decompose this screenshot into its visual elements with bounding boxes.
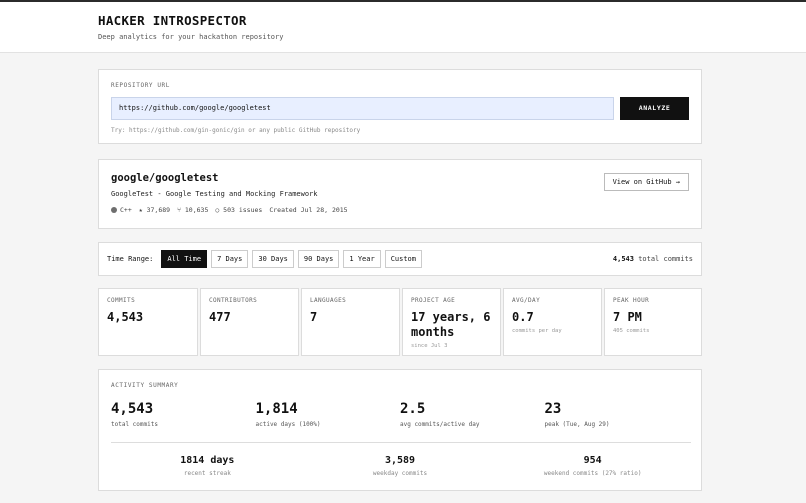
repo-info-card: google/googletest GoogleTest - Google Te… — [98, 159, 702, 229]
stat-label: PEAK HOUR — [613, 297, 650, 304]
analyze-button[interactable]: ANALYZE — [620, 97, 689, 120]
language-dot-icon — [111, 207, 117, 213]
activity-weekend-commits: 954 weekend commits (27% ratio) — [496, 455, 689, 477]
stat-peak-hour: PEAK HOUR 7 PM 405 commits — [604, 288, 702, 356]
stat-label: PROJECT AGE — [411, 297, 456, 304]
stat-sub: since Jul 3 — [411, 343, 448, 349]
range-all-time-button[interactable]: All Time — [161, 250, 208, 268]
repository-url-card: REPOSITORY URL https://github.com/google… — [98, 69, 702, 144]
stat-contributors: CONTRIBUTORS 477 — [200, 288, 299, 356]
activity-label: total commits — [111, 421, 158, 428]
total-commits-value: 4,543 — [612, 255, 634, 263]
stats-row: COMMITS 4,543 CONTRIBUTORS 477 LANGUAGES… — [98, 288, 702, 356]
stat-label: LANGUAGES — [310, 297, 347, 304]
activity-label: active days (100%) — [255, 421, 321, 428]
view-on-github-button[interactable]: View on GitHub → — [603, 173, 689, 191]
stat-languages: LANGUAGES 7 — [301, 288, 400, 356]
time-range-label: Time Range: — [107, 255, 154, 263]
activity-avg-commits: 2.5 avg commits/active day — [400, 401, 545, 428]
url-hint: Try: https://github.com/gin-gonic/gin or… — [111, 127, 361, 134]
activity-peak: 23 peak (Tue, Aug 29) — [545, 401, 690, 428]
activity-summary-card: ACTIVITY SUMMARY 4,543 total commits 1,8… — [98, 369, 702, 491]
repo-stars: ★ 37,689 — [138, 206, 171, 214]
repository-url-input[interactable]: https://github.com/google/googletest — [111, 97, 615, 120]
range-90-days-button[interactable]: 90 Days — [297, 250, 340, 268]
stat-commits: COMMITS 4,543 — [98, 288, 198, 356]
app-subtitle: Deep analytics for your hackathon reposi… — [98, 33, 284, 41]
stat-avg-day: AVG/DAY 0.7 commits per day — [503, 288, 602, 356]
activity-label: weekend commits (27% ratio) — [543, 470, 642, 477]
repo-forks: ⑂ 10,635 — [177, 206, 209, 214]
stat-sub: 405 commits — [613, 328, 650, 334]
activity-value: 2.5 — [400, 401, 426, 417]
stat-value: 7 PM — [613, 310, 642, 324]
activity-recent-streak: 1814 days recent streak — [111, 455, 304, 477]
activity-value: 4,543 — [111, 401, 154, 417]
activity-value: 23 — [544, 401, 562, 417]
repo-description: GoogleTest - Google Testing and Mocking … — [111, 190, 318, 198]
app-title: HACKER INTROSPECTOR — [98, 13, 247, 28]
stat-value: 4,543 — [107, 310, 144, 324]
activity-value: 1814 days — [180, 455, 235, 466]
stat-label: COMMITS — [107, 297, 136, 304]
stat-value: 0.7 — [512, 310, 534, 324]
time-range-card: Time Range: All Time 7 Days 30 Days 90 D… — [98, 242, 702, 276]
activity-label: recent streak — [183, 470, 231, 477]
range-1-year-button[interactable]: 1 Year — [343, 250, 381, 268]
repo-issues: ○ 503 issues — [215, 206, 263, 214]
activity-divider — [111, 442, 691, 443]
repo-created: Created Jul 28, 2015 — [269, 206, 348, 214]
stat-label: CONTRIBUTORS — [209, 297, 258, 304]
stat-sub: commits per day — [512, 328, 562, 334]
activity-total-commits: 4,543 total commits — [111, 401, 256, 428]
range-custom-button[interactable]: Custom — [384, 250, 422, 268]
total-commits-suffix: total commits — [638, 255, 693, 263]
activity-label: peak (Tue, Aug 29) — [544, 421, 610, 428]
repo-language: C++ — [111, 206, 132, 214]
stat-project-age: PROJECT AGE 17 years, 6 months since Jul… — [402, 288, 501, 356]
total-commits: 4,543 total commits — [613, 255, 693, 263]
activity-value: 1,814 — [255, 401, 298, 417]
activity-value: 3,589 — [384, 455, 416, 466]
stat-label: AVG/DAY — [512, 297, 541, 304]
repository-url-label: REPOSITORY URL — [111, 82, 170, 89]
repo-name: google/googletest — [111, 172, 219, 184]
activity-value: 954 — [583, 455, 602, 466]
repo-meta: C++ ★ 37,689 ⑂ 10,635 ○ 503 issues Creat… — [111, 206, 689, 214]
app-header: HACKER INTROSPECTOR Deep analytics for y… — [0, 2, 806, 53]
range-30-days-button[interactable]: 30 Days — [252, 250, 294, 268]
stat-value: 477 — [209, 310, 231, 324]
stat-value: 17 years, 6 months — [411, 310, 491, 339]
activity-label: avg commits/active day — [400, 421, 480, 428]
activity-weekday-commits: 3,589 weekday commits — [304, 455, 497, 477]
activity-active-days: 1,814 active days (100%) — [256, 401, 401, 428]
range-7-days-button[interactable]: 7 Days — [211, 250, 249, 268]
activity-label: weekday commits — [372, 470, 428, 477]
activity-summary-title: ACTIVITY SUMMARY — [111, 382, 179, 389]
stat-value: 7 — [310, 310, 318, 324]
